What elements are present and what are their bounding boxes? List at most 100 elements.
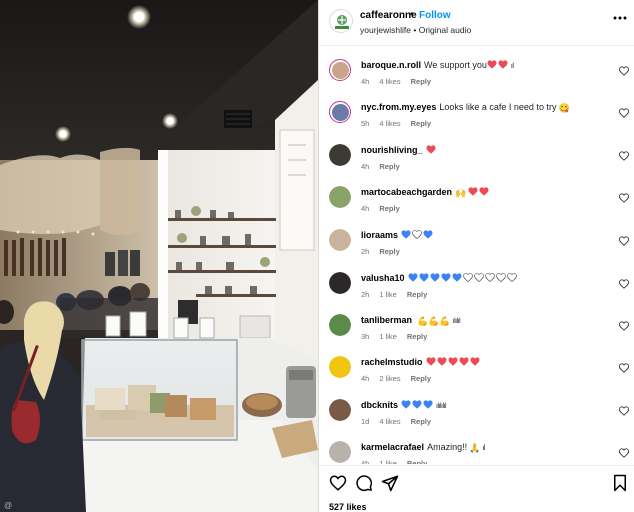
comment-meta: 4h 4 likes Reply [361, 77, 441, 86]
comment-like-heart-icon[interactable] [619, 236, 629, 246]
reply-button[interactable]: Reply [407, 332, 427, 341]
white-heart-emoji-icon [506, 273, 517, 282]
comment-time[interactable]: 2h [361, 247, 369, 256]
comment-body: We support you [424, 60, 487, 70]
comment-suffix: ılılılıl [436, 403, 447, 410]
commenter-username[interactable]: dbcknits [361, 400, 398, 410]
red-heart-emoji-icon [470, 357, 480, 366]
share-icon[interactable] [381, 474, 399, 492]
comments-list[interactable]: baroque.n.roll We support you ıl 4h 4 likes R… [319, 47, 634, 464]
comment-like-heart-icon[interactable] [619, 108, 629, 118]
reply-button[interactable]: Reply [411, 119, 431, 128]
comment-icon[interactable] [355, 474, 373, 492]
blue-heart-emoji-icon [408, 273, 418, 282]
red-heart-emoji-icon [479, 187, 489, 196]
commenter-username[interactable]: rachelmstudio [361, 357, 423, 367]
comment-time[interactable]: 4h [361, 77, 369, 86]
reply-button[interactable]: Reply [379, 247, 399, 256]
white-heart-emoji-icon [412, 230, 422, 239]
commenter-username[interactable]: valusha10 [361, 273, 405, 283]
comment-meta: 4h 2 likes Reply [361, 374, 441, 383]
commenter-username[interactable]: lioraams [361, 230, 398, 240]
audio-attribution[interactable]: yourjewishlife • Original audio [360, 25, 471, 35]
comment-like-heart-icon[interactable] [619, 363, 629, 373]
commenter-avatar[interactable] [329, 314, 351, 336]
comment-likes[interactable]: 1 like [379, 459, 397, 464]
reply-button[interactable]: Reply [411, 374, 431, 383]
comment-like-heart-icon[interactable] [619, 151, 629, 161]
post-photo[interactable]: @ [0, 0, 318, 512]
commenter-avatar[interactable] [329, 186, 351, 208]
white-heart-emoji-icon [473, 273, 484, 282]
reply-button[interactable]: Reply [379, 162, 399, 171]
comment-body: Amazing!! [427, 442, 468, 452]
comment-time[interactable]: 4h [361, 204, 369, 213]
account-username[interactable]: caffearonne [360, 10, 417, 21]
comment-likes[interactable]: 4 likes [379, 77, 400, 86]
commenter-username[interactable]: nourishliving_ [361, 145, 423, 155]
commenter-avatar[interactable] [329, 101, 351, 123]
red-heart-emoji-icon [426, 145, 436, 154]
commenter-avatar[interactable] [329, 441, 351, 463]
comment-likes[interactable]: 4 likes [379, 417, 400, 426]
comment-row: baroque.n.roll We support you ıl 4h 4 likes R… [319, 47, 634, 89]
more-options-icon[interactable] [612, 10, 628, 26]
comment-like-heart-icon[interactable] [619, 406, 629, 416]
comment-suffix: ılılıl [452, 318, 461, 325]
commenter-avatar[interactable] [329, 272, 351, 294]
comment-like-heart-icon[interactable] [619, 66, 629, 76]
commenter-avatar[interactable] [329, 144, 351, 166]
like-heart-icon[interactable] [329, 474, 347, 492]
comment-text: karmelacrafael Amazing!! 🙏 ıl [361, 442, 601, 454]
reply-button[interactable]: Reply [407, 459, 427, 464]
white-heart-emoji-icon [462, 273, 473, 282]
comment-likes[interactable]: 2 likes [379, 374, 400, 383]
commenter-username[interactable]: karmelacrafael [361, 442, 424, 452]
comment-time[interactable]: 3h [361, 332, 369, 341]
comment-time[interactable]: 4h [361, 162, 369, 171]
bookmark-icon[interactable] [611, 474, 629, 492]
comment-meta: 1d 4 likes Reply [361, 417, 441, 426]
comment-like-heart-icon[interactable] [619, 448, 629, 458]
account-avatar[interactable] [329, 9, 353, 33]
comment-row: valusha10 2h 1 like Reply [319, 260, 634, 302]
comment-emoji: 🙏 [469, 443, 481, 453]
comment-time[interactable]: 4h [361, 374, 369, 383]
commenter-avatar[interactable] [329, 59, 351, 81]
comment-likes[interactable]: 1 like [379, 332, 397, 341]
reply-button[interactable]: Reply [379, 204, 399, 213]
comment-suffix: ıl [482, 445, 485, 452]
comment-text: nyc.from.my.eyes Looks like a cafe I need… [361, 102, 601, 114]
likes-count[interactable]: 527 likes [329, 502, 367, 512]
red-heart-emoji-icon [459, 357, 469, 366]
commenter-username[interactable]: nyc.from.my.eyes [361, 102, 436, 112]
caffearonne-logo-icon [331, 11, 352, 32]
comment-time[interactable]: 4h [361, 459, 369, 464]
reply-button[interactable]: Reply [411, 417, 431, 426]
commenter-username[interactable]: tanliberman [361, 315, 412, 325]
comment-emoji: 💪💪💪 [417, 316, 451, 326]
post-actions-bar: 527 likes [319, 465, 634, 512]
comment-row: martocabeachgarden 🙌 4h Reply [319, 174, 634, 216]
comment-time[interactable]: 5h [361, 119, 369, 128]
commenter-username[interactable]: baroque.n.roll [361, 60, 421, 70]
comment-time[interactable]: 1d [361, 417, 369, 426]
commenter-avatar[interactable] [329, 399, 351, 421]
comment-text: tanliberman 💪💪💪 ılılıl [361, 315, 601, 327]
commenter-username[interactable]: martocabeachgarden [361, 187, 452, 197]
comment-like-heart-icon[interactable] [619, 321, 629, 331]
comment-likes[interactable]: 4 likes [379, 119, 400, 128]
comment-meta: 4h Reply [361, 204, 410, 213]
reply-button[interactable]: Reply [407, 290, 427, 299]
comment-like-heart-icon[interactable] [619, 193, 629, 203]
comment-like-heart-icon[interactable] [619, 279, 629, 289]
comment-meta: 3h 1 like Reply [361, 332, 437, 341]
commenter-avatar[interactable] [329, 229, 351, 251]
reply-button[interactable]: Reply [411, 77, 431, 86]
white-heart-emoji-icon [495, 273, 506, 282]
comment-text: baroque.n.roll We support you ıl [361, 60, 601, 70]
commenter-avatar[interactable] [329, 356, 351, 378]
follow-button[interactable]: Follow [419, 10, 451, 21]
comment-likes[interactable]: 1 like [379, 290, 397, 299]
comment-time[interactable]: 2h [361, 290, 369, 299]
